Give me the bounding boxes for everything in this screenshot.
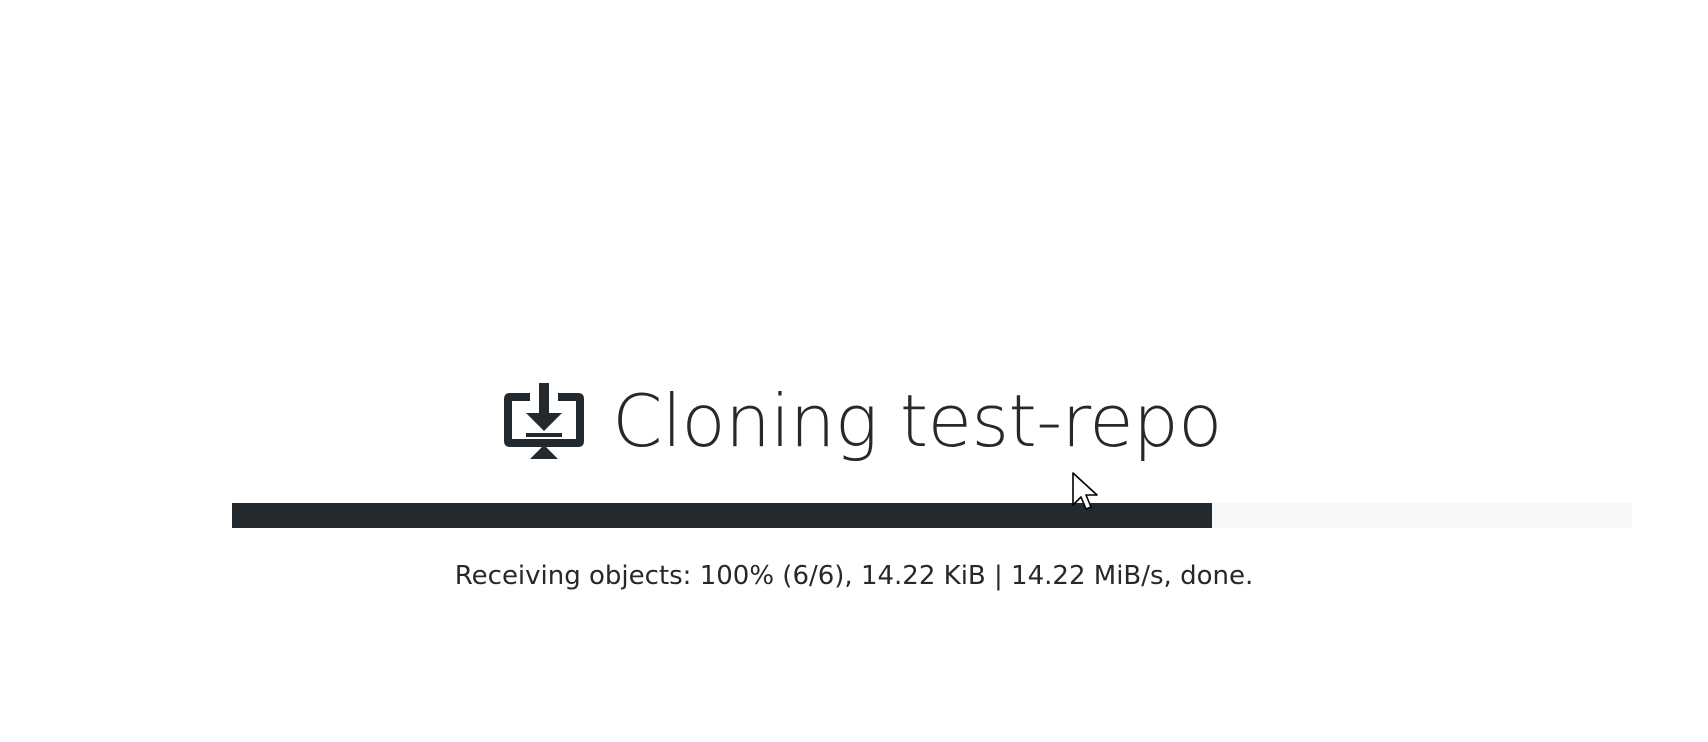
clone-heading: Cloning test-repo xyxy=(0,378,1708,464)
desktop-download-icon xyxy=(502,383,586,461)
mouse-pointer-icon xyxy=(1072,472,1100,512)
clone-title: Cloning test-repo xyxy=(612,379,1222,463)
clone-heading-group: Cloning test-repo xyxy=(502,378,1222,464)
clone-progress-fill xyxy=(232,503,1212,528)
clone-progress-bar xyxy=(232,503,1632,528)
clone-status-text: Receiving objects: 100% (6/6), 14.22 KiB… xyxy=(454,561,1254,591)
cloning-view: Cloning test-repo Receiving objects: 100… xyxy=(0,0,1708,742)
